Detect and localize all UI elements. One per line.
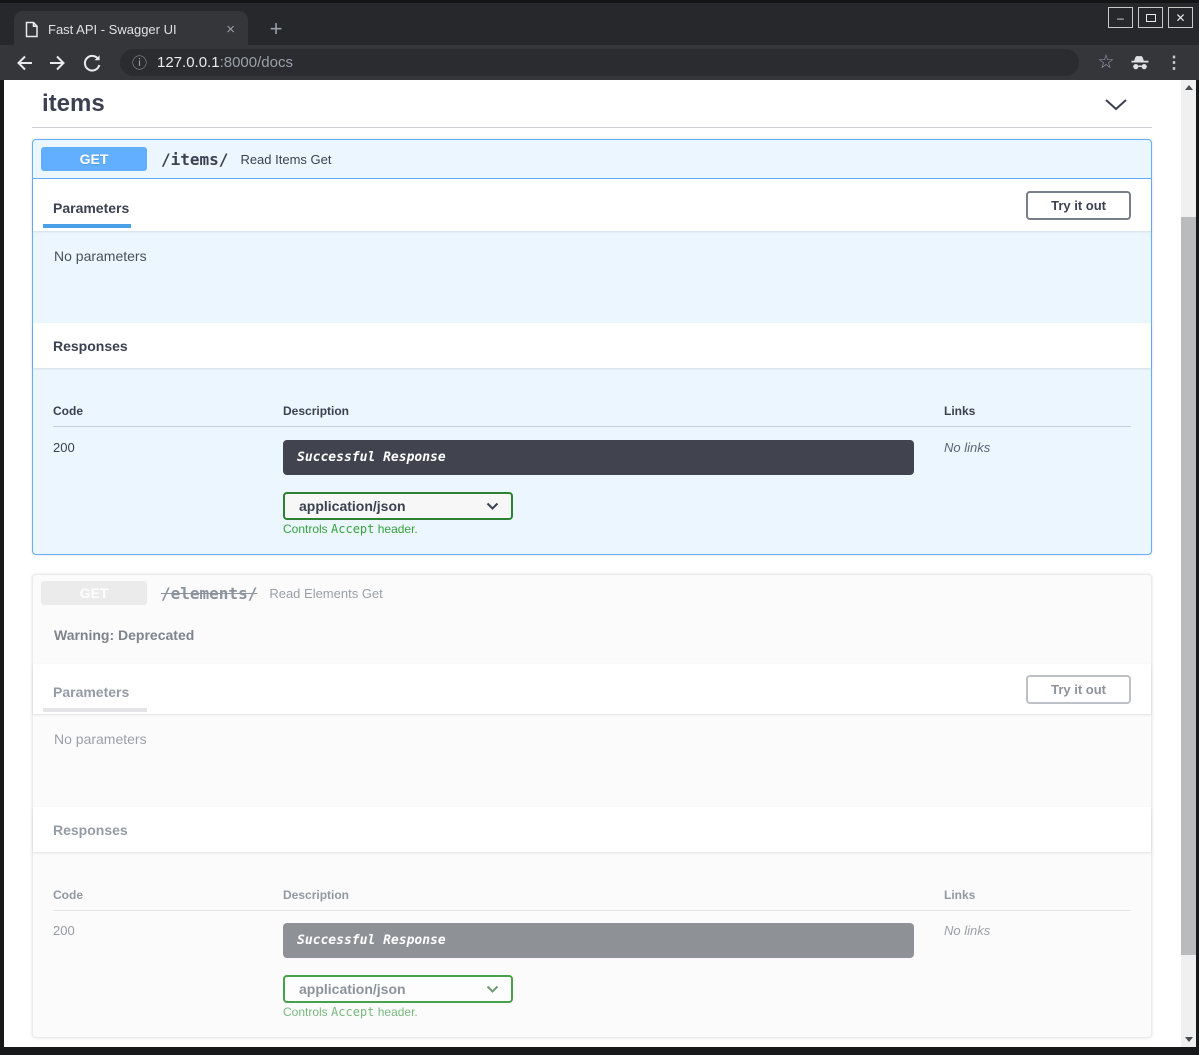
code-column-header: Code xyxy=(53,404,283,418)
browser-titlebar: Fast API - Swagger UI × + – ✕ xyxy=(0,0,1199,45)
select-chevron-icon xyxy=(486,502,499,510)
page-document-icon xyxy=(24,21,39,38)
no-links-text: No links xyxy=(944,923,1131,1021)
window-controls: – ✕ xyxy=(1108,7,1193,28)
media-type-select[interactable]: application/json xyxy=(283,975,513,1003)
endpoint-summary: Read Items Get xyxy=(240,152,331,167)
try-it-out-button[interactable]: Try it out xyxy=(1026,675,1131,704)
url-host: 127.0.0.1 xyxy=(157,54,220,71)
scroll-down-arrow[interactable] xyxy=(1181,1032,1196,1047)
description-column-header: Description xyxy=(283,888,944,902)
response-description-box: Successful Response xyxy=(283,923,914,958)
status-code: 200 xyxy=(53,440,283,538)
links-column-header: Links xyxy=(944,888,1131,902)
page-viewport: items GET /items/ Read Items Get Paramet… xyxy=(4,80,1196,1047)
links-column-header: Links xyxy=(944,404,1131,418)
tab-parameters[interactable]: Parameters xyxy=(53,684,129,700)
scroll-up-arrow[interactable] xyxy=(1181,80,1196,95)
opblock-summary[interactable]: GET /elements/ Read Elements Get xyxy=(33,575,1151,611)
responses-title: Responses xyxy=(53,822,128,838)
new-tab-button[interactable]: + xyxy=(262,15,290,43)
page-scrollbar[interactable] xyxy=(1181,80,1196,1047)
method-badge: GET xyxy=(41,581,147,605)
responses-section-header: Responses xyxy=(33,807,1151,852)
close-button[interactable]: ✕ xyxy=(1168,7,1193,28)
code-column-header: Code xyxy=(53,888,283,902)
bookmark-star-icon[interactable]: ☆ xyxy=(1093,50,1119,76)
no-parameters-text: No parameters xyxy=(54,248,147,264)
media-type-select[interactable]: application/json xyxy=(283,492,513,520)
tag-section-header[interactable]: items xyxy=(32,90,1152,128)
responses-table-header: Code Description Links xyxy=(53,852,1131,911)
deprecated-warning: Warning: Deprecated xyxy=(33,611,1151,664)
parameters-body: No parameters xyxy=(33,231,1151,323)
endpoint-path: /items/ xyxy=(161,150,228,169)
address-bar[interactable]: ⓘ 127.0.0.1:8000/docs xyxy=(120,49,1079,76)
browser-toolbar: ⓘ 127.0.0.1:8000/docs ☆ ⋮ xyxy=(0,45,1199,80)
select-chevron-icon xyxy=(486,985,499,993)
opblock-get-elements-deprecated: GET /elements/ Read Elements Get Warning… xyxy=(32,574,1152,1038)
tab-close-icon[interactable]: × xyxy=(223,21,238,38)
incognito-icon xyxy=(1127,50,1153,76)
responses-body: Code Description Links 200 Successful Re… xyxy=(33,852,1151,1037)
minimize-button[interactable]: – xyxy=(1108,7,1133,28)
endpoint-summary: Read Elements Get xyxy=(269,586,382,601)
forward-icon[interactable] xyxy=(46,51,70,75)
reload-icon[interactable] xyxy=(80,51,104,75)
back-icon[interactable] xyxy=(12,51,36,75)
site-info-icon[interactable]: ⓘ xyxy=(132,52,147,73)
response-description-cell: Successful Response application/json Con… xyxy=(283,923,944,1021)
responses-body: Code Description Links 200 Successful Re… xyxy=(33,368,1151,554)
browser-menu-icon[interactable]: ⋮ xyxy=(1161,50,1187,76)
maximize-button[interactable] xyxy=(1138,7,1163,28)
media-type-value: application/json xyxy=(299,498,406,514)
description-column-header: Description xyxy=(283,404,944,418)
responses-title: Responses xyxy=(53,338,128,354)
method-badge: GET xyxy=(41,147,147,171)
no-parameters-text: No parameters xyxy=(54,731,147,747)
try-it-out-button[interactable]: Try it out xyxy=(1026,191,1131,220)
url-path: :8000/docs xyxy=(220,54,293,71)
maximize-icon xyxy=(1146,14,1156,22)
response-row: 200 Successful Response application/json… xyxy=(53,911,1131,1021)
opblock-summary[interactable]: GET /items/ Read Items Get xyxy=(33,140,1151,179)
no-links-text: No links xyxy=(944,440,1131,538)
media-type-value: application/json xyxy=(299,981,406,997)
scrollbar-thumb[interactable] xyxy=(1181,217,1196,955)
tab-title: Fast API - Swagger UI xyxy=(48,22,223,37)
parameters-body: No parameters xyxy=(33,714,1151,807)
parameters-section-header: Parameters Try it out xyxy=(33,179,1151,231)
status-code: 200 xyxy=(53,923,283,1021)
response-description-box: Successful Response xyxy=(283,440,914,475)
tag-title: items xyxy=(42,90,105,118)
response-row: 200 Successful Response application/json… xyxy=(53,427,1131,538)
endpoint-path: /elements/ xyxy=(161,584,257,603)
chevron-down-icon[interactable] xyxy=(1104,98,1128,111)
accept-header-note: Controls Accept header. xyxy=(283,1005,418,1019)
responses-table-header: Code Description Links xyxy=(53,368,1131,427)
parameters-section-header: Parameters Try it out xyxy=(33,664,1151,714)
responses-section-header: Responses xyxy=(33,323,1151,368)
swagger-page: items GET /items/ Read Items Get Paramet… xyxy=(4,80,1181,1047)
response-description-cell: Successful Response application/json Con… xyxy=(283,440,944,538)
opblock-get-items: GET /items/ Read Items Get Parameters Tr… xyxy=(32,139,1152,555)
tab-parameters[interactable]: Parameters xyxy=(53,200,129,216)
accept-header-note: Controls Accept header. xyxy=(283,522,418,536)
browser-tab[interactable]: Fast API - Swagger UI × xyxy=(14,11,248,48)
